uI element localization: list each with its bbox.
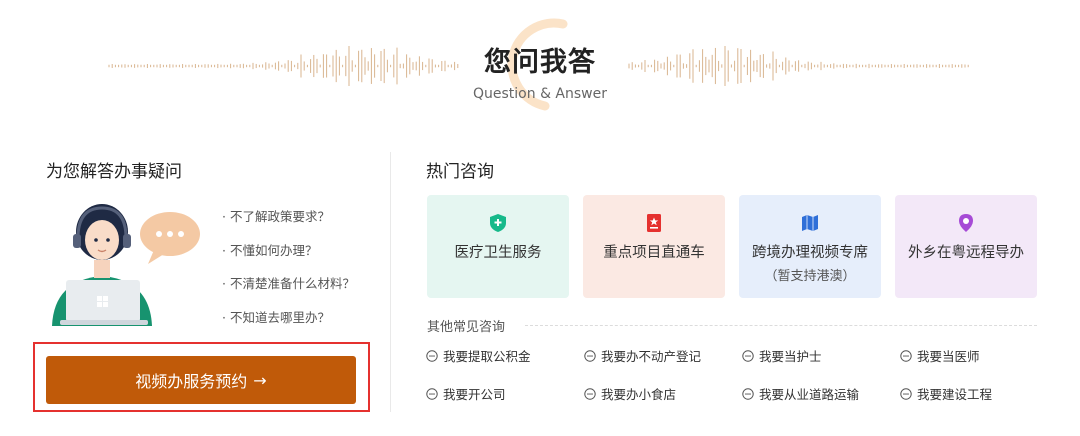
hot-consult-title: 热门咨询 bbox=[426, 162, 494, 182]
link-real-estate-registration[interactable]: 我要办不动产登记 bbox=[584, 346, 701, 365]
link-small-eatery[interactable]: 我要办小食店 bbox=[584, 384, 676, 403]
chat-bubble-icon bbox=[742, 349, 754, 362]
shield-plus-icon bbox=[490, 214, 506, 232]
card-key-project[interactable]: 重点项目直通车 bbox=[583, 195, 725, 298]
video-service-booking-button[interactable]: 视频办服务预约 → bbox=[46, 356, 356, 404]
hot-consult-cards: 医疗卫生服务 重点项目直通车 跨境办理视频专席 （暂支持港澳） 外乡在粤远程导办 bbox=[427, 195, 1037, 298]
card-remote-guidance[interactable]: 外乡在粤远程导办 bbox=[895, 195, 1037, 298]
question-item: · 不懂如何办理？ bbox=[222, 242, 318, 258]
section-header: 您问我答 Question & Answer bbox=[0, 0, 1080, 130]
chat-bubble-icon bbox=[426, 349, 438, 362]
link-open-company[interactable]: 我要开公司 bbox=[426, 384, 506, 403]
link-construction[interactable]: 我要建设工程 bbox=[900, 384, 992, 403]
arrow-right-icon: → bbox=[253, 370, 267, 390]
link-label: 我要当护士 bbox=[759, 349, 822, 364]
link-label: 我要从业道路运输 bbox=[759, 387, 860, 402]
card-label: 医疗卫生服务 bbox=[454, 245, 542, 261]
left-panel-title: 为您解答办事疑问 bbox=[46, 162, 182, 182]
card-label: 跨境办理视频专席 bbox=[752, 245, 868, 261]
chat-bubble-icon bbox=[426, 387, 438, 400]
link-doctor[interactable]: 我要当医师 bbox=[900, 346, 980, 365]
card-sublabel: （暂支持港澳） bbox=[764, 269, 856, 284]
link-label: 我要当医师 bbox=[917, 349, 980, 364]
other-consult-header: 其他常见咨询 bbox=[427, 316, 1037, 336]
location-pin-icon bbox=[959, 214, 973, 232]
sound-wave-right-icon bbox=[628, 46, 969, 86]
link-housing-fund[interactable]: 我要提取公积金 bbox=[426, 346, 531, 365]
chat-bubble-icon bbox=[742, 387, 754, 400]
chat-bubble-icon bbox=[900, 349, 912, 362]
question-item: · 不知道去哪里办？ bbox=[222, 309, 330, 325]
chat-bubble-icon bbox=[584, 387, 596, 400]
other-consult-title: 其他常见咨询 bbox=[427, 320, 506, 335]
bookmark-star-icon bbox=[647, 214, 661, 232]
link-nurse[interactable]: 我要当护士 bbox=[742, 346, 822, 365]
dashed-divider bbox=[525, 325, 1037, 326]
card-label: 外乡在粤远程导办 bbox=[908, 245, 1024, 261]
panel-divider bbox=[390, 152, 391, 412]
link-road-transport[interactable]: 我要从业道路运输 bbox=[742, 384, 859, 403]
question-list: · 不了解政策要求？ · 不懂如何办理？ · 不清楚准备什么材料？ · 不知道去… bbox=[222, 206, 355, 340]
customer-service-illustration bbox=[52, 204, 200, 326]
section-subtitle: Question & Answer bbox=[473, 86, 607, 102]
question-item: · 不清楚准备什么材料？ bbox=[222, 276, 355, 291]
chat-bubble-icon bbox=[900, 387, 912, 400]
link-label: 我要开公司 bbox=[443, 387, 506, 402]
cta-label: 视频办服务预约 bbox=[135, 372, 248, 391]
chat-bubble-icon bbox=[584, 349, 596, 362]
section-title: 您问我答 bbox=[484, 47, 596, 78]
card-label: 重点项目直通车 bbox=[603, 245, 705, 261]
question-item: · 不了解政策要求？ bbox=[222, 209, 330, 224]
link-label: 我要提取公积金 bbox=[443, 349, 531, 364]
map-icon bbox=[802, 215, 818, 231]
link-label: 我要建设工程 bbox=[917, 387, 993, 402]
card-medical-service[interactable]: 医疗卫生服务 bbox=[427, 195, 569, 298]
sound-wave-left-icon bbox=[108, 46, 459, 86]
link-label: 我要办不动产登记 bbox=[601, 349, 702, 364]
link-label: 我要办小食店 bbox=[601, 387, 677, 402]
card-cross-border-video[interactable]: 跨境办理视频专席 （暂支持港澳） bbox=[739, 195, 881, 298]
